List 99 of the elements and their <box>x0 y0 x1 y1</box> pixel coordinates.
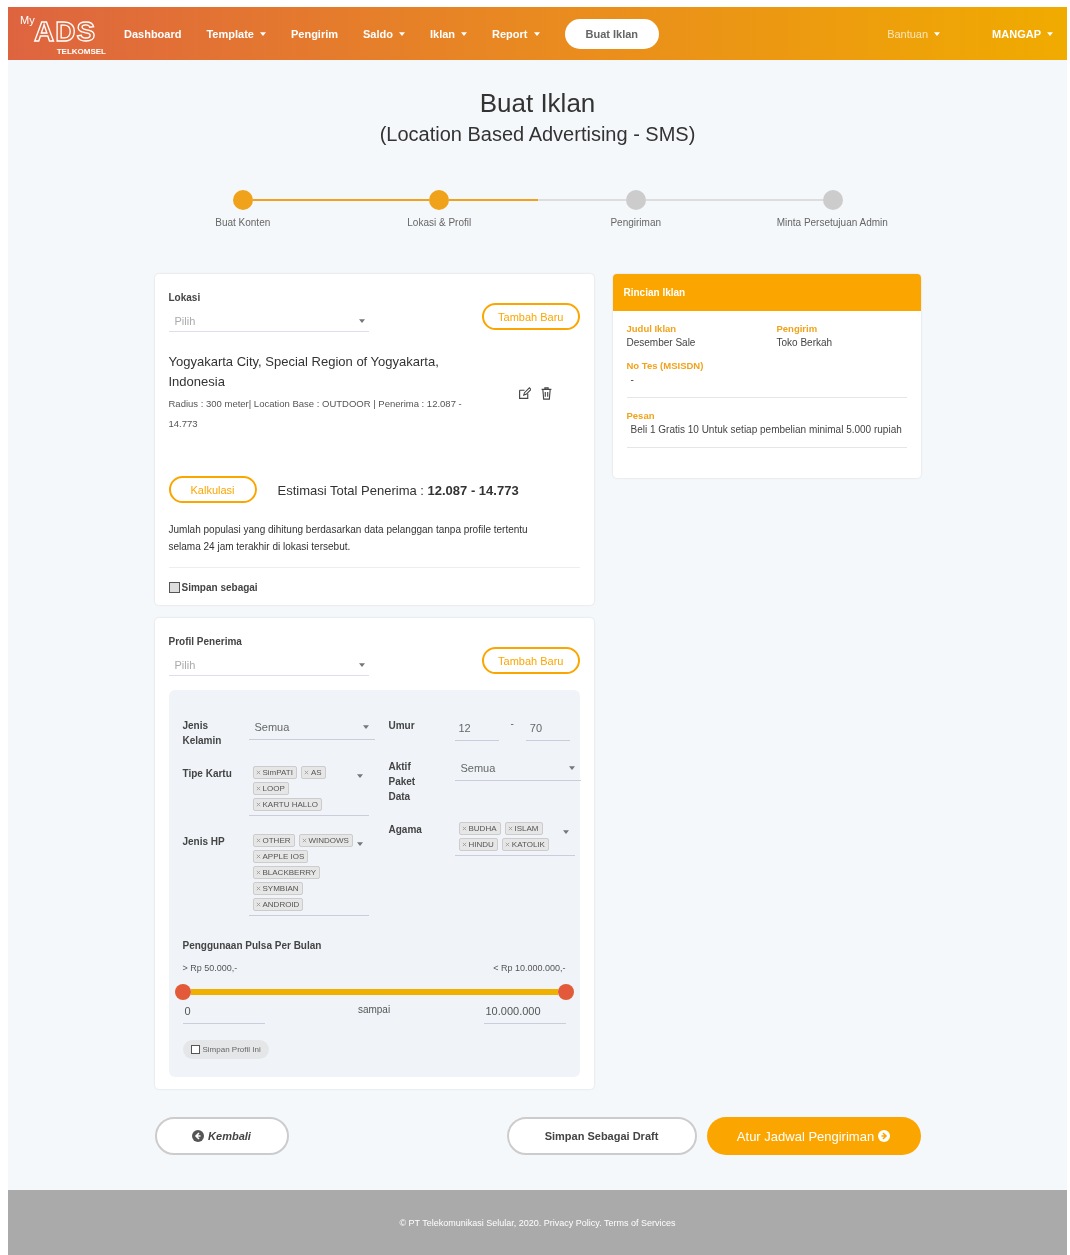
caret-icon <box>358 663 365 667</box>
checkbox[interactable] <box>168 582 180 593</box>
back-button[interactable]: Kembali <box>154 1117 289 1155</box>
tag-chip[interactable]: OTHER <box>252 834 295 847</box>
location-name: Yogyakarta City, Special Region of Yogyakarta, Indonesia <box>168 353 440 391</box>
detail-value: Toko Berkah <box>776 337 834 348</box>
tag-chip[interactable]: WINDOWS <box>298 834 353 847</box>
page-title: Buat Iklan <box>479 88 596 119</box>
create-ad-button[interactable]: Buat Iklan <box>564 18 660 49</box>
detail-value: Beli 1 Gratis 10 Untuk setiap pembelian minimal 5.000 rupiah <box>629 424 903 435</box>
slider-track[interactable] <box>190 989 558 995</box>
note-text: Jumlah populasi yang dihitung berdasarkan data pelanggan tanpa profile tertentu selama 24 jam terakhir di lokasi tersebut. <box>168 523 529 554</box>
remove-icon[interactable] <box>301 838 307 843</box>
estimate-text: Estimasi Total Penerima : 12.087 - 14.773 <box>277 483 519 498</box>
filter-label: Tipe Kartu <box>182 767 233 781</box>
remove-icon[interactable] <box>255 786 261 791</box>
multi-select[interactable]: OTHER WINDOWS APPLE IOS BLACKBERRY SYMBIAN ANDROID <box>248 834 369 916</box>
step-label: Pengiriman <box>609 217 663 228</box>
detail-label: Judul Iklan <box>626 323 678 334</box>
multi-select[interactable]: SimPATI AS LOOP KARTU HALLO <box>248 766 369 816</box>
detail-value: Desember Sale <box>626 337 697 348</box>
remove-icon[interactable] <box>303 770 309 775</box>
filter-label: Agama <box>388 823 423 837</box>
step-label: Lokasi & Profil <box>406 217 473 228</box>
save-draft-button[interactable]: Simpan Sebagai Draft <box>506 1117 697 1155</box>
remove-icon[interactable] <box>461 826 467 831</box>
remove-icon[interactable] <box>255 854 261 859</box>
field-label: Penggunaan Pulsa Per Bulan <box>182 940 323 951</box>
caret-icon <box>259 31 266 36</box>
step-label: Buat Konten <box>214 217 272 228</box>
caret-icon <box>358 319 365 323</box>
multi-select[interactable]: BUDHA ISLAM HINDU KATOLIK <box>454 822 575 856</box>
caret-icon <box>461 31 468 36</box>
remove-icon[interactable] <box>255 802 261 807</box>
filter-select[interactable]: Semua <box>454 759 581 781</box>
caret-icon <box>533 31 540 36</box>
remove-icon[interactable] <box>255 770 261 775</box>
caret-icon <box>568 766 575 770</box>
remove-icon[interactable] <box>504 842 510 847</box>
field-label: Profil Penerima <box>168 636 243 647</box>
checkbox[interactable] <box>190 1045 200 1054</box>
max-label: < Rp 10.000.000,- <box>493 963 566 973</box>
detail-label: Pengirim <box>776 323 819 334</box>
summary-header: Rincian Iklan <box>612 274 921 311</box>
tag-chip[interactable]: BUDHA <box>458 822 501 835</box>
page-subtitle: (Location Based Advertising - SMS) <box>379 123 696 146</box>
caret-icon <box>399 31 405 36</box>
arrow-right-icon <box>878 1130 891 1142</box>
max-field[interactable]: 10.000.000 <box>483 1004 566 1024</box>
footer-text: © PT Telekomunikasi Selular, 2020. Privacy Policy. Terms of Services <box>399 1217 676 1228</box>
detail-value: - <box>629 374 635 385</box>
save-profile-checkbox[interactable]: Simpan Profil Ini <box>182 1040 269 1059</box>
tag-chip[interactable]: BLACKBERRY <box>252 866 321 879</box>
remove-icon[interactable] <box>255 886 261 891</box>
tag-chip[interactable]: ISLAM <box>504 822 543 835</box>
checkbox-label: Simpan sebagai <box>181 582 258 593</box>
caret-icon <box>562 830 569 834</box>
min-age-field[interactable]: 12 <box>454 718 499 741</box>
remove-icon[interactable] <box>255 838 261 843</box>
caret-icon <box>1047 31 1053 36</box>
tag-chip[interactable]: ANDROID <box>252 898 304 911</box>
trash-icon[interactable] <box>539 386 553 400</box>
filter-label: Jenis HP <box>182 835 226 849</box>
tag-chip[interactable]: LOOP <box>252 782 289 795</box>
checkbox-label: Simpan Profil Ini <box>202 1045 261 1054</box>
detail-label: No Tes (MSISDN) <box>626 360 705 371</box>
filter-label: Aktif Paket Data <box>388 760 417 804</box>
field-label: Lokasi <box>168 292 202 303</box>
filter-label: Umur <box>388 719 416 733</box>
tag-chip[interactable]: KATOLIK <box>501 838 549 851</box>
edit-icon[interactable] <box>517 386 531 400</box>
caret-icon <box>356 774 363 778</box>
tag-chip[interactable]: APPLE IOS <box>252 850 309 863</box>
step-label: Minta Persetujuan Admin <box>775 217 889 228</box>
tag-chip[interactable]: SimPATI <box>252 766 297 779</box>
back-icon <box>192 1130 205 1142</box>
slider-handle[interactable] <box>174 984 191 1000</box>
detail-label: Pesan <box>626 410 656 421</box>
filter-label: Jenis Kelamin <box>182 719 223 748</box>
caret-icon <box>362 725 369 729</box>
tag-chip[interactable]: AS <box>300 766 326 779</box>
min-label: > Rp 50.000,- <box>182 963 238 973</box>
nav-link[interactable]: Dashboard <box>124 27 182 40</box>
range-separator: - <box>510 718 514 729</box>
caret-icon <box>934 31 941 36</box>
max-age-field[interactable]: 70 <box>525 718 570 741</box>
caret-icon <box>356 842 363 846</box>
tag-chip[interactable]: SYMBIAN <box>252 882 303 895</box>
location-details: Radius : 300 meter| Location Base : OUTDOOR | Penerima : 12.087 - 14.773 <box>168 397 463 431</box>
remove-icon[interactable] <box>255 902 261 907</box>
tag-chip[interactable]: HINDU <box>458 838 498 851</box>
tag-chip[interactable]: KARTU HALLO <box>252 798 322 811</box>
remove-icon[interactable] <box>461 842 467 847</box>
remove-icon[interactable] <box>255 870 261 875</box>
remove-icon[interactable] <box>507 826 513 831</box>
slider-handle[interactable] <box>557 984 574 1000</box>
min-field[interactable]: 0 <box>182 1004 265 1024</box>
between-text: sampai <box>357 1004 391 1015</box>
filter-select[interactable]: Semua <box>248 718 375 740</box>
